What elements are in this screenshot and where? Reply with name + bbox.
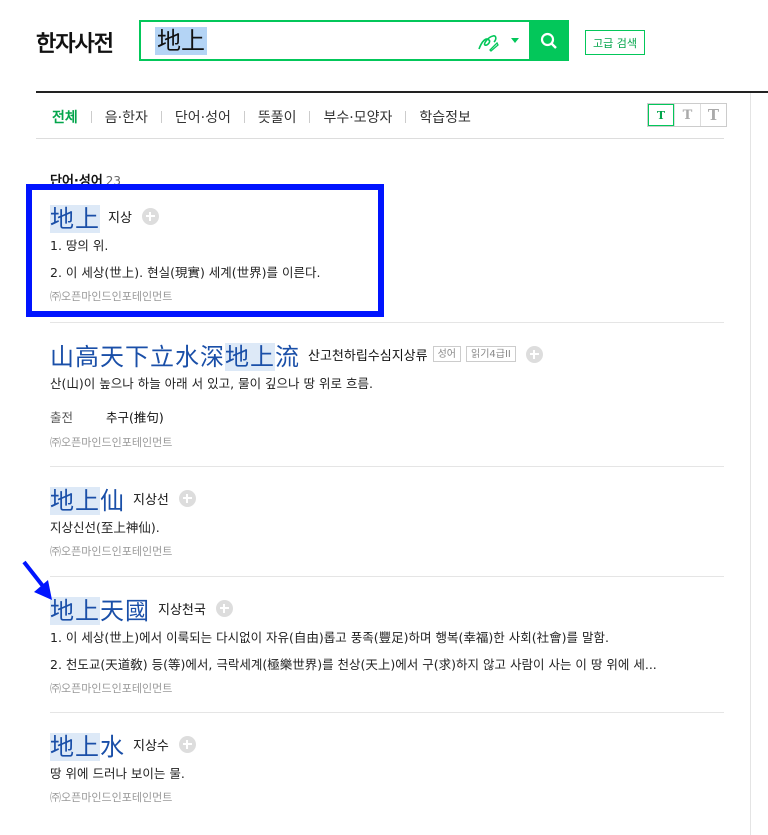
font-size-large-button[interactable]: T: [700, 104, 726, 126]
tab-study-info[interactable]: 학습정보: [417, 107, 473, 127]
tab-divider: [309, 111, 311, 123]
entry-reading: 지상수: [133, 738, 169, 754]
entry-hanja[interactable]: 山高天下立水深地上流: [50, 337, 300, 372]
add-to-wordbook-icon[interactable]: [178, 735, 196, 753]
font-size-medium-button[interactable]: T: [674, 104, 700, 126]
entry-divider: [50, 466, 724, 467]
annotation-highlight-box: [26, 184, 384, 317]
entry-definition: 땅 위에 드러나 보이는 물.: [50, 766, 185, 781]
entry-hanja[interactable]: 地上水: [50, 727, 125, 762]
entry-reading: 산고천하립수심지상류: [308, 348, 428, 364]
add-to-wordbook-icon[interactable]: [525, 345, 543, 363]
tab-divider: [243, 111, 245, 123]
origin-value: 추구(推句): [106, 410, 164, 425]
app-logo[interactable]: 한자사전: [36, 26, 114, 58]
entry-reading: 지상선: [133, 492, 169, 508]
tab-radical-shape[interactable]: 부수·모양자: [321, 107, 394, 127]
font-size-selector: T T T: [647, 103, 727, 127]
tab-divider: [405, 111, 407, 123]
entry-definition: 1. 이 세상(世上)에서 이룩되는 다시없이 자유(自由)롭고 풍족(豐足)하…: [50, 630, 609, 645]
entry-divider: [50, 322, 724, 323]
content-right-border: [750, 93, 751, 835]
category-badge: 성어: [432, 346, 462, 362]
entry-hanja[interactable]: 地上天國: [50, 591, 150, 626]
tab-all[interactable]: 전체: [50, 107, 80, 127]
annotation-arrow-icon: [22, 560, 52, 600]
result-entry: 山高天下立水深地上流 산고천하립수심지상류 성어 읽기4급II 산(山)이 높으…: [50, 338, 726, 450]
advanced-search-button[interactable]: 고급 검색: [585, 30, 645, 55]
entry-source: ㈜오픈마인드인포테인먼트: [50, 436, 173, 449]
result-entry: 地上仙 지상선 지상신선(至上神仙). ㈜오픈마인드인포테인먼트: [50, 482, 726, 559]
entry-divider: [50, 576, 724, 577]
search-input[interactable]: 地上: [155, 25, 207, 57]
tabs-divider: [36, 138, 724, 139]
grade-badge: 읽기4급II: [466, 346, 516, 362]
entry-source: ㈜오픈마인드인포테인먼트: [50, 682, 173, 695]
handwriting-icon[interactable]: [476, 31, 500, 53]
add-to-wordbook-icon[interactable]: [215, 599, 233, 617]
tab-sound-hanja[interactable]: 음·한자: [103, 107, 150, 127]
result-entry: 地上水 지상수 땅 위에 드러나 보이는 물. ㈜오픈마인드인포테인먼트: [50, 728, 726, 805]
add-to-wordbook-icon[interactable]: [178, 489, 196, 507]
search-button[interactable]: [529, 20, 569, 61]
entry-definition: 산(山)이 높으나 하늘 아래 서 있고, 물이 깊으나 땅 위로 흐름.: [50, 376, 373, 391]
search-input-text: 地上: [155, 27, 207, 55]
entry-divider: [50, 712, 724, 713]
header-divider: [36, 91, 768, 93]
entry-definition: 2. 천도교(天道敎) 등(等)에서, 극락세계(極樂世界)를 천상(天上)에서…: [50, 657, 657, 672]
tab-word-idiom[interactable]: 단어·성어: [173, 107, 233, 127]
tab-bar: 전체 음·한자 단어·성어 뜻풀이 부수·모양자 학습정보: [50, 106, 473, 128]
result-entry: 地上天國 지상천국 1. 이 세상(世上)에서 이룩되는 다시없이 자유(自由)…: [50, 592, 726, 696]
entry-source: ㈜오픈마인드인포테인먼트: [50, 791, 173, 804]
search-box[interactable]: 地上: [139, 20, 569, 61]
entry-origin: 출전 추구(推句): [50, 407, 726, 426]
tab-divider: [160, 111, 162, 123]
search-icon: [540, 32, 557, 49]
origin-label: 출전: [50, 410, 74, 425]
entry-reading: 지상천국: [158, 602, 206, 618]
font-size-small-button[interactable]: T: [648, 104, 674, 126]
dropdown-icon[interactable]: [511, 38, 519, 43]
entry-source: ㈜오픈마인드인포테인먼트: [50, 545, 173, 558]
entry-definition: 지상신선(至上神仙).: [50, 520, 160, 535]
tab-divider: [90, 111, 92, 123]
tab-meaning[interactable]: 뜻풀이: [256, 107, 299, 127]
entry-hanja[interactable]: 地上仙: [50, 481, 125, 516]
